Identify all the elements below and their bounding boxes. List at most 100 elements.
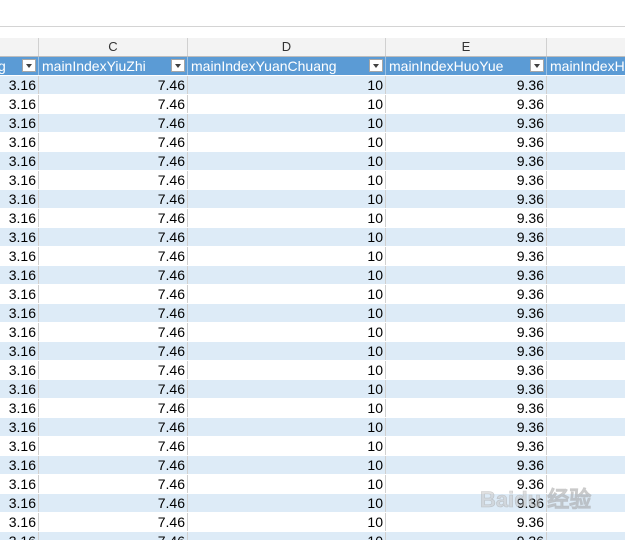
table-cell-c[interactable]: 7.46 [39, 228, 188, 246]
table-cell-e[interactable]: 9.36 [386, 399, 547, 417]
header-cell-f[interactable]: mainIndexH [547, 57, 625, 75]
table-cell-b[interactable]: 3.16 [0, 304, 39, 322]
table-cell-e[interactable]: 9.36 [386, 418, 547, 436]
table-cell-b[interactable]: 3.16 [0, 76, 39, 94]
table-cell-e[interactable]: 9.36 [386, 285, 547, 303]
table-cell-d[interactable]: 10 [188, 171, 386, 189]
filter-dropdown-d[interactable] [369, 59, 383, 72]
header-cell-c[interactable]: mainIndexYiuZhi [39, 57, 188, 75]
table-cell-b[interactable]: 3.16 [0, 532, 39, 540]
table-cell-d[interactable]: 10 [188, 380, 386, 398]
table-cell-d[interactable]: 10 [188, 247, 386, 265]
table-cell-d[interactable]: 10 [188, 76, 386, 94]
header-cell-e[interactable]: mainIndexHuoYue [386, 57, 547, 75]
table-cell-b[interactable]: 3.16 [0, 114, 39, 132]
table-cell-d[interactable]: 10 [188, 209, 386, 227]
table-cell-e[interactable]: 9.36 [386, 76, 547, 94]
table-cell-e[interactable]: 9.36 [386, 304, 547, 322]
table-cell-e[interactable]: 9.36 [386, 494, 547, 512]
table-cell-f[interactable] [547, 380, 625, 398]
table-cell-b[interactable]: 3.16 [0, 475, 39, 493]
table-cell-c[interactable]: 7.46 [39, 133, 188, 151]
header-cell-b[interactable]: g [0, 57, 39, 75]
table-cell-f[interactable] [547, 114, 625, 132]
table-cell-d[interactable]: 10 [188, 532, 386, 540]
column-header-f[interactable] [547, 38, 625, 56]
table-cell-d[interactable]: 10 [188, 494, 386, 512]
table-cell-c[interactable]: 7.46 [39, 76, 188, 94]
table-cell-c[interactable]: 7.46 [39, 399, 188, 417]
column-header-d[interactable]: D [188, 38, 386, 56]
table-cell-b[interactable]: 3.16 [0, 323, 39, 341]
table-cell-e[interactable]: 9.36 [386, 437, 547, 455]
table-cell-f[interactable] [547, 437, 625, 455]
table-cell-c[interactable]: 7.46 [39, 456, 188, 474]
table-cell-f[interactable] [547, 190, 625, 208]
column-header-c[interactable]: C [39, 38, 188, 56]
table-cell-d[interactable]: 10 [188, 152, 386, 170]
table-cell-b[interactable]: 3.16 [0, 494, 39, 512]
table-cell-e[interactable]: 9.36 [386, 342, 547, 360]
column-header-e[interactable]: E [386, 38, 547, 56]
table-cell-d[interactable]: 10 [188, 190, 386, 208]
table-cell-d[interactable]: 10 [188, 361, 386, 379]
table-cell-d[interactable]: 10 [188, 285, 386, 303]
table-cell-f[interactable] [547, 323, 625, 341]
table-cell-b[interactable]: 3.16 [0, 399, 39, 417]
table-cell-f[interactable] [547, 418, 625, 436]
table-cell-c[interactable]: 7.46 [39, 475, 188, 493]
table-cell-e[interactable]: 9.36 [386, 209, 547, 227]
table-cell-c[interactable]: 7.46 [39, 190, 188, 208]
table-cell-b[interactable]: 3.16 [0, 513, 39, 531]
table-cell-c[interactable]: 7.46 [39, 380, 188, 398]
table-cell-c[interactable]: 7.46 [39, 532, 188, 540]
table-cell-d[interactable]: 10 [188, 114, 386, 132]
table-cell-b[interactable]: 3.16 [0, 266, 39, 284]
table-cell-e[interactable]: 9.36 [386, 456, 547, 474]
table-cell-e[interactable]: 9.36 [386, 152, 547, 170]
table-cell-b[interactable]: 3.16 [0, 285, 39, 303]
table-cell-f[interactable] [547, 456, 625, 474]
table-cell-f[interactable] [547, 76, 625, 94]
table-cell-b[interactable]: 3.16 [0, 342, 39, 360]
table-cell-e[interactable]: 9.36 [386, 380, 547, 398]
table-cell-b[interactable]: 3.16 [0, 380, 39, 398]
table-cell-b[interactable]: 3.16 [0, 456, 39, 474]
header-cell-d[interactable]: mainIndexYuanChuang [188, 57, 386, 75]
table-cell-d[interactable]: 10 [188, 266, 386, 284]
table-cell-f[interactable] [547, 228, 625, 246]
filter-dropdown-e[interactable] [530, 59, 544, 72]
table-cell-b[interactable]: 3.16 [0, 171, 39, 189]
table-cell-e[interactable]: 9.36 [386, 266, 547, 284]
table-cell-b[interactable]: 3.16 [0, 190, 39, 208]
table-cell-c[interactable]: 7.46 [39, 266, 188, 284]
table-cell-f[interactable] [547, 361, 625, 379]
table-cell-e[interactable]: 9.36 [386, 475, 547, 493]
table-cell-b[interactable]: 3.16 [0, 418, 39, 436]
table-cell-d[interactable]: 10 [188, 418, 386, 436]
table-cell-e[interactable]: 9.36 [386, 513, 547, 531]
table-cell-d[interactable]: 10 [188, 437, 386, 455]
table-cell-f[interactable] [547, 494, 625, 512]
table-cell-e[interactable]: 9.36 [386, 228, 547, 246]
table-cell-f[interactable] [547, 266, 625, 284]
table-cell-c[interactable]: 7.46 [39, 209, 188, 227]
table-cell-c[interactable]: 7.46 [39, 513, 188, 531]
table-cell-d[interactable]: 10 [188, 133, 386, 151]
table-cell-c[interactable]: 7.46 [39, 247, 188, 265]
table-cell-f[interactable] [547, 133, 625, 151]
filter-dropdown-b[interactable] [22, 59, 36, 72]
table-cell-f[interactable] [547, 247, 625, 265]
table-cell-e[interactable]: 9.36 [386, 114, 547, 132]
table-cell-d[interactable]: 10 [188, 399, 386, 417]
table-cell-c[interactable]: 7.46 [39, 342, 188, 360]
column-header-b[interactable] [0, 38, 39, 56]
table-cell-f[interactable] [547, 171, 625, 189]
table-cell-c[interactable]: 7.46 [39, 437, 188, 455]
table-cell-f[interactable] [547, 513, 625, 531]
table-cell-f[interactable] [547, 399, 625, 417]
table-cell-c[interactable]: 7.46 [39, 152, 188, 170]
table-cell-d[interactable]: 10 [188, 95, 386, 113]
table-cell-f[interactable] [547, 95, 625, 113]
table-cell-d[interactable]: 10 [188, 513, 386, 531]
